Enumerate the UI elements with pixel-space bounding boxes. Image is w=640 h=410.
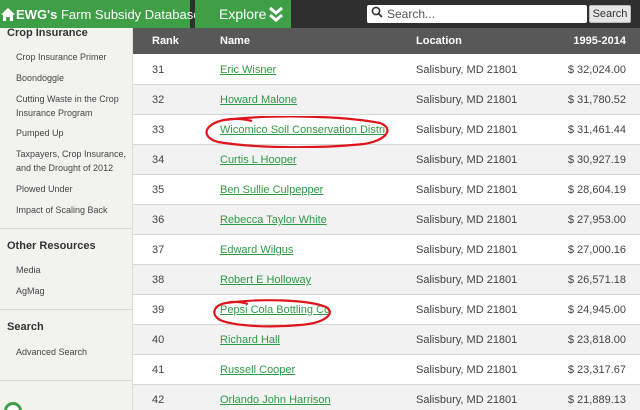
table-row: 36 Rebecca Taylor White Salisbury, MD 2180… xyxy=(133,205,640,235)
table-row: 39 Pepsi Cola Bottling Co Salisbury, MD 21… xyxy=(133,295,640,325)
location-cell: Salisbury, MD 21801 xyxy=(416,274,518,286)
search-icon xyxy=(371,5,383,23)
search-box xyxy=(367,5,587,23)
table-row: 35 Ben Sullie Culpepper Salisbury, MD 2180… xyxy=(133,175,640,205)
column-header-period[interactable]: 1995-2014 xyxy=(573,35,626,47)
amount-cell: $ 26,571.18 xyxy=(567,274,626,286)
table-row: 42 Orlando John Harrison Salisbury, MD 218… xyxy=(133,385,640,410)
rank-cell: 39 xyxy=(152,304,165,316)
recipient-name-link[interactable]: Pepsi Cola Bottling Co xyxy=(220,304,330,316)
amount-cell: $ 27,953.00 xyxy=(567,214,626,226)
sidebar-divider xyxy=(0,228,133,229)
location-cell: Salisbury, MD 21801 xyxy=(416,124,518,136)
rank-cell: 35 xyxy=(152,184,165,196)
recipient-name-link[interactable]: Eric Wisner xyxy=(220,64,276,76)
table-row: 37 Edward Wilgus Salisbury, MD 21801 $ 27,0… xyxy=(133,235,640,265)
explore-menu-button[interactable]: Explore xyxy=(195,0,291,28)
recipient-name-link[interactable]: Wicomico Soil Conservation Distri xyxy=(220,124,385,136)
brand-title: EWG's Farm Subsidy Database xyxy=(16,7,200,22)
amount-cell: $ 30,927.19 xyxy=(567,154,626,166)
sidebar-item-agmag[interactable]: AgMag xyxy=(16,284,128,298)
sidebar-item-cutting-waste[interactable]: Cutting Waste in the Crop Insurance Prog… xyxy=(16,92,128,120)
sidebar-item-plowed-under[interactable]: Plowed Under xyxy=(16,182,128,196)
brand-bold: EWG's xyxy=(16,6,58,22)
recipient-name-link[interactable]: Edward Wilgus xyxy=(220,244,293,256)
chevron-down-icon xyxy=(267,5,285,26)
home-icon[interactable] xyxy=(0,0,16,28)
recipient-name-link[interactable]: Rebecca Taylor White xyxy=(220,214,327,226)
results-table: Rank Name Location 1995-2014 31 Eric Wisn… xyxy=(133,28,640,410)
amount-cell: $ 31,780.52 xyxy=(567,94,626,106)
rank-cell: 38 xyxy=(152,274,165,286)
table-row: 40 Richard Hall Salisbury, MD 21801 $ 23,81… xyxy=(133,325,640,355)
table-row: 32 Howard Malone Salisbury, MD 21801 $ 31,7… xyxy=(133,85,640,115)
location-cell: Salisbury, MD 21801 xyxy=(416,244,518,256)
sidebar-section-crop-insurance: Crop Insurance xyxy=(7,27,88,39)
rank-cell: 37 xyxy=(152,244,165,256)
rank-cell: 42 xyxy=(152,394,165,406)
location-cell: Salisbury, MD 21801 xyxy=(416,364,518,376)
sidebar-item-crop-insurance-primer[interactable]: Crop Insurance Primer xyxy=(16,50,128,64)
sidebar-item-media[interactable]: Media xyxy=(16,263,128,277)
table-row: 34 Curtis L Hooper Salisbury, MD 21801 $ 30… xyxy=(133,145,640,175)
sidebar-widget-icon[interactable] xyxy=(4,402,22,410)
sidebar-item-pumped-up[interactable]: Pumped Up xyxy=(16,126,128,140)
amount-cell: $ 32,024.00 xyxy=(567,64,626,76)
column-header-rank[interactable]: Rank xyxy=(152,35,179,47)
table-row: 31 Eric Wisner Salisbury, MD 21801 $ 32,024… xyxy=(133,55,640,85)
location-cell: Salisbury, MD 21801 xyxy=(416,334,518,346)
search-input[interactable] xyxy=(387,7,582,21)
column-header-location[interactable]: Location xyxy=(416,35,462,47)
sidebar-item-advanced-search[interactable]: Advanced Search xyxy=(16,345,128,359)
location-cell: Salisbury, MD 21801 xyxy=(416,214,518,226)
recipient-name-link[interactable]: Curtis L Hooper xyxy=(220,154,297,166)
rank-cell: 40 xyxy=(152,334,165,346)
recipient-name-link[interactable]: Russell Cooper xyxy=(220,364,295,376)
table-header: Rank Name Location 1995-2014 xyxy=(133,28,640,54)
recipient-name-link[interactable]: Howard Malone xyxy=(220,94,297,106)
amount-cell: $ 24,945.00 xyxy=(567,304,626,316)
rank-cell: 41 xyxy=(152,364,165,376)
sidebar-item-boondoggle[interactable]: Boondoggle xyxy=(16,71,128,85)
recipient-name-link[interactable]: Richard Hall xyxy=(220,334,280,346)
rank-cell: 34 xyxy=(152,154,165,166)
location-cell: Salisbury, MD 21801 xyxy=(416,64,518,76)
brand-link[interactable]: EWG's Farm Subsidy Database xyxy=(0,0,200,28)
table-row: 41 Russell Cooper Salisbury, MD 21801 $ 23,… xyxy=(133,355,640,385)
rank-cell: 31 xyxy=(152,64,165,76)
sidebar-section-other-resources: Other Resources xyxy=(7,240,96,252)
rank-cell: 32 xyxy=(152,94,165,106)
amount-cell: $ 28,604.19 xyxy=(567,184,626,196)
location-cell: Salisbury, MD 21801 xyxy=(416,94,518,106)
recipient-name-link[interactable]: Orlando John Harrison xyxy=(220,394,331,406)
recipient-name-link[interactable]: Robert E Holloway xyxy=(220,274,311,286)
table-row: 38 Robert E Holloway Salisbury, MD 21801 $ … xyxy=(133,265,640,295)
amount-cell: $ 23,317.67 xyxy=(567,364,626,376)
sidebar-item-taxpayers-drought[interactable]: Taxpayers, Crop Insurance, and the Droug… xyxy=(16,147,128,175)
sidebar-divider xyxy=(0,380,133,381)
brand-rest: Farm Subsidy Database xyxy=(57,6,201,22)
column-header-name[interactable]: Name xyxy=(220,35,250,47)
amount-cell: $ 27,000.16 xyxy=(567,244,626,256)
table-row: 33 Wicomico Soil Conservation Distri Salis… xyxy=(133,115,640,145)
location-cell: Salisbury, MD 21801 xyxy=(416,184,518,196)
recipient-name-link[interactable]: Ben Sullie Culpepper xyxy=(220,184,323,196)
amount-cell: $ 31,461.44 xyxy=(567,124,626,136)
location-cell: Salisbury, MD 21801 xyxy=(416,394,518,406)
location-cell: Salisbury, MD 21801 xyxy=(416,154,518,166)
sidebar-item-impact-of-scaling-back[interactable]: Impact of Scaling Back xyxy=(16,203,128,217)
sidebar: Crop Insurance Crop Insurance Primer Boo… xyxy=(0,27,133,410)
top-bar: EWG's Farm Subsidy Database Explore Sear… xyxy=(0,0,640,28)
search-button[interactable]: Search xyxy=(589,5,631,23)
rank-cell: 36 xyxy=(152,214,165,226)
sidebar-divider xyxy=(0,309,133,310)
rank-cell: 33 xyxy=(152,124,165,136)
location-cell: Salisbury, MD 21801 xyxy=(416,304,518,316)
sidebar-section-search: Search xyxy=(7,321,44,333)
amount-cell: $ 23,818.00 xyxy=(567,334,626,346)
amount-cell: $ 21,889.13 xyxy=(567,394,626,406)
explore-label: Explore xyxy=(219,6,267,22)
